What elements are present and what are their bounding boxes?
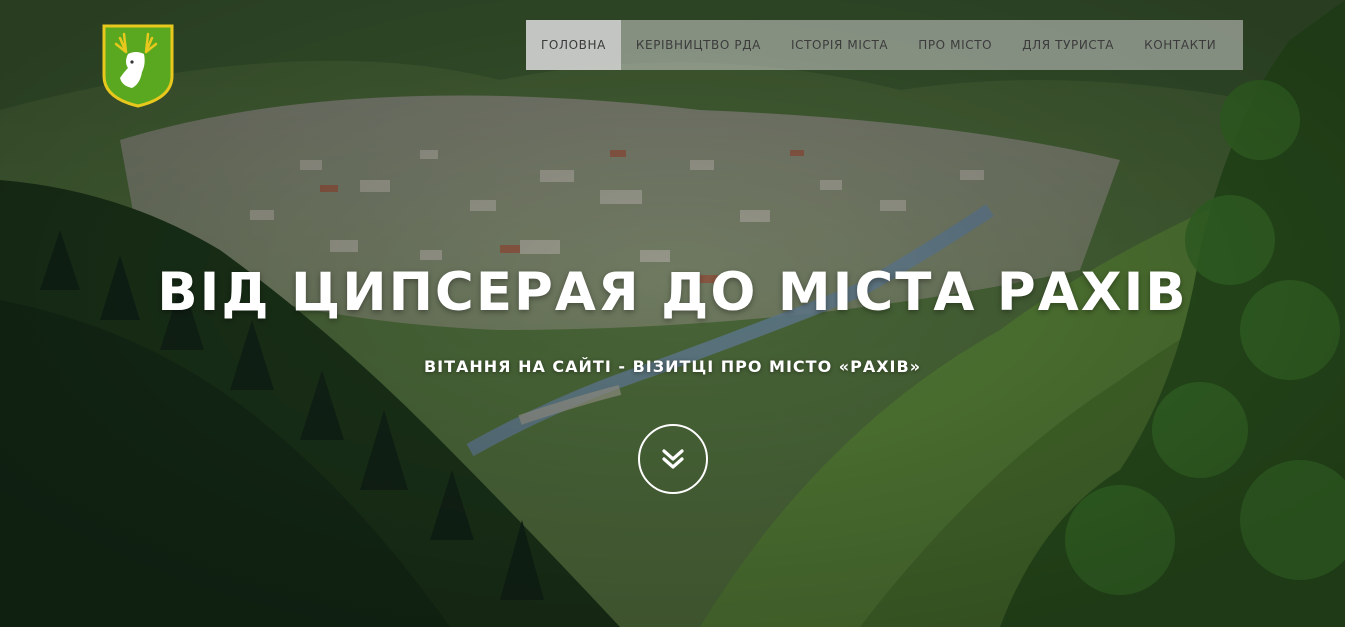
coat-of-arms-logo[interactable] bbox=[102, 24, 174, 108]
nav-item-home[interactable]: ГОЛОВНА bbox=[526, 20, 621, 70]
deer-coat-of-arms-icon bbox=[102, 24, 174, 108]
scroll-down-button[interactable] bbox=[638, 424, 708, 494]
hero-section: ГОЛОВНА КЕРІВНИЦТВО РДА ІСТОРІЯ МІСТА ПР… bbox=[0, 0, 1345, 627]
nav-item-city-history[interactable]: ІСТОРІЯ МІСТА bbox=[776, 20, 903, 70]
nav-item-administration[interactable]: КЕРІВНИЦТВО РДА bbox=[621, 20, 776, 70]
main-navigation: ГОЛОВНА КЕРІВНИЦТВО РДА ІСТОРІЯ МІСТА ПР… bbox=[526, 20, 1243, 70]
nav-item-about-city[interactable]: ПРО МІСТО bbox=[903, 20, 1007, 70]
hero-subtitle: ВІТАННЯ НА САЙТІ - ВІЗИТЦІ ПРО МІСТО «РА… bbox=[423, 357, 922, 376]
hero-title: ВІД ЦИПСЕРАЯ ДО МІСТА РАХІВ bbox=[157, 262, 1188, 323]
double-chevron-down-icon bbox=[662, 449, 684, 469]
nav-item-for-tourists[interactable]: ДЛЯ ТУРИСТА bbox=[1007, 20, 1129, 70]
nav-item-contacts[interactable]: КОНТАКТИ bbox=[1129, 20, 1231, 70]
